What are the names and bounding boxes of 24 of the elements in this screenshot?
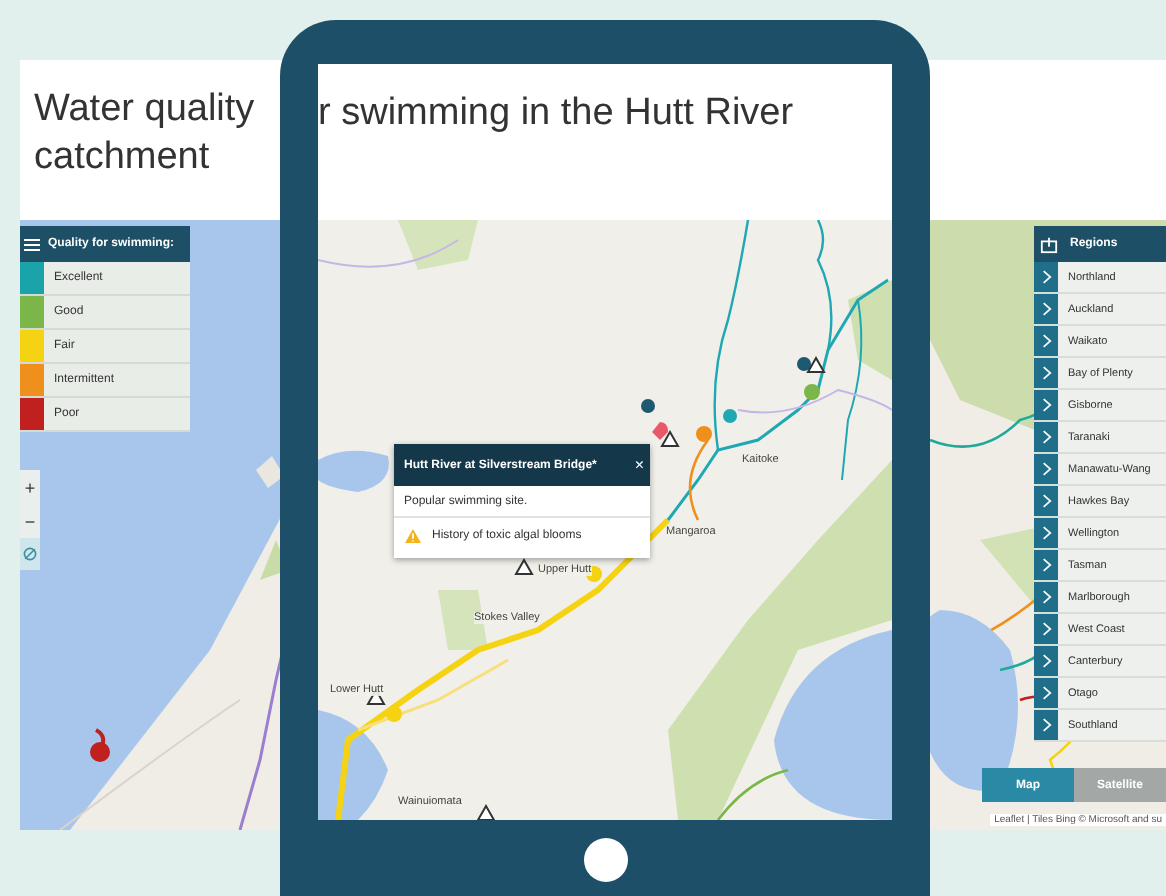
chevron-icon [1041,430,1051,444]
chevron-icon [1041,622,1051,636]
zoom-out-button[interactable]: − [20,504,40,538]
chevron-icon [1041,558,1051,572]
menu-icon[interactable] [24,237,40,251]
chevron-icon [1041,494,1051,508]
chevron-icon [1041,590,1051,604]
chevron-icon [1041,462,1051,476]
zoom-in-button[interactable]: + [20,470,40,504]
close-button[interactable]: × [634,456,644,474]
chevron-icon [1041,398,1051,412]
page-title: r swimming in the Hutt River [318,90,794,138]
chevron-icon [1041,366,1051,380]
chevron-icon [1041,718,1051,732]
chevron-icon [1041,686,1051,700]
chevron-icon [1041,334,1051,348]
chevron-icon [1041,270,1051,284]
chevron-icon [1041,526,1051,540]
page-title: Water quality [34,86,255,134]
home-button[interactable] [583,838,627,882]
warning-icon [404,528,422,544]
chevron-icon [1041,654,1051,668]
page-title: catchment [34,134,210,182]
chevron-icon [1041,302,1051,316]
